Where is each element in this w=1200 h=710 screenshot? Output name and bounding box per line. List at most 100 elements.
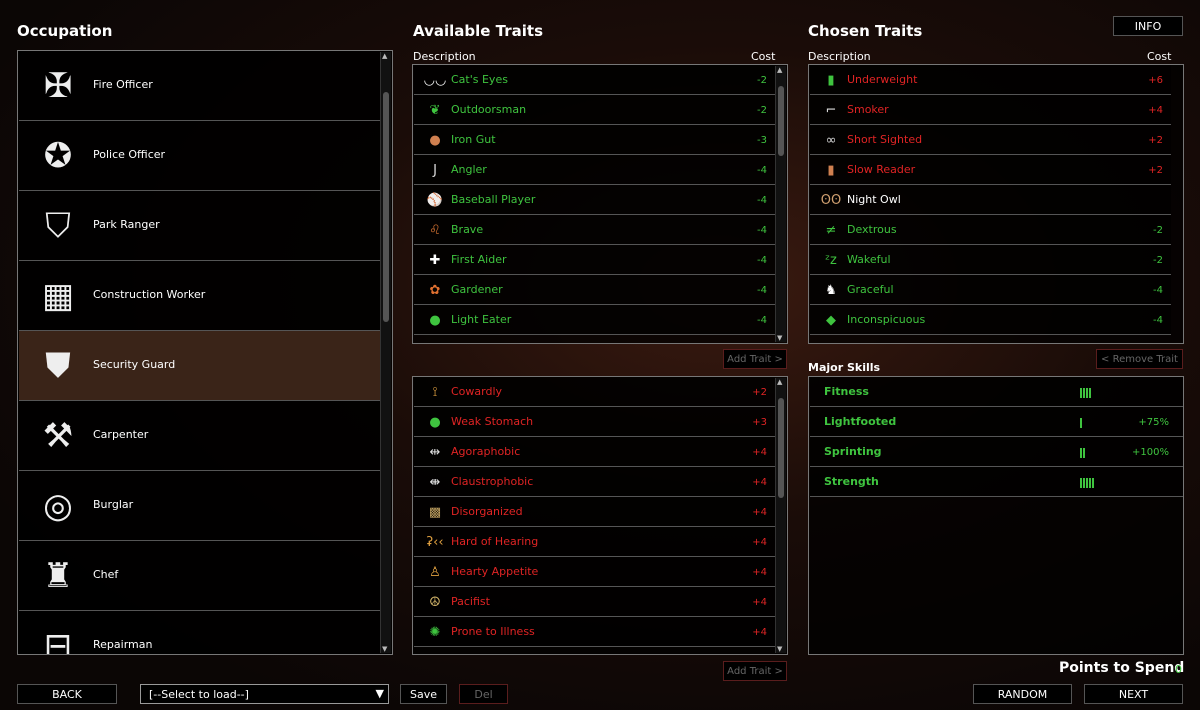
owl-icon: ʘʘ [820,192,842,208]
trait-label: Baseball Player [451,193,536,206]
add-trait-button[interactable]: Add Trait > [723,349,787,369]
skill-level-pip [1083,478,1085,488]
occupation-label: Security Guard [93,358,176,371]
trait-row[interactable]: ∞ Short Sighted +2 [810,125,1171,155]
trait-row[interactable]: ʘʘ Night Owl [810,185,1171,215]
chosen-desc-header: Description [808,50,871,63]
skill-level-pip [1092,478,1094,488]
trait-label: Brave [451,223,484,236]
cat-eyes-icon: ◡◡ [423,72,447,88]
trait-row[interactable]: ʡ‹‹ Hard of Hearing +4 [414,527,775,557]
trait-cost: +4 [752,567,767,578]
ranger-badge-icon: ⛉ [45,206,71,246]
save-button[interactable]: Save [400,684,447,704]
trait-row[interactable]: ≠ Dextrous -2 [810,215,1171,245]
occupation-item[interactable]: ▦ Construction Worker [19,261,380,331]
trait-row[interactable]: ♙ Hearty Appetite +4 [414,557,775,587]
agoraphobic-icon: ⇹ [429,444,441,460]
delete-button[interactable]: Del [459,684,508,704]
scroll-up-icon[interactable]: ▲ [777,378,782,386]
book-icon: ▮ [827,162,835,178]
stomach-icon: ● [429,132,441,148]
trait-row[interactable]: ⌐ Smoker +4 [810,95,1171,125]
cowardly-icon: ⟟ [432,384,438,400]
trait-row[interactable]: ▩ Disorganized +4 [414,497,775,527]
trait-label: Claustrophobic [451,475,534,488]
scroll-up-icon[interactable]: ▲ [382,52,387,60]
trait-row[interactable]: ᶻz Wakeful -2 [810,245,1171,275]
skill-level-pip [1086,478,1088,488]
remove-trait-button[interactable]: < Remove Trait [1096,349,1183,369]
info-button[interactable]: INFO [1113,16,1183,36]
next-button[interactable]: NEXT [1084,684,1183,704]
trait-cost: -2 [757,75,767,86]
trait-row[interactable]: ⚾ Baseball Player -4 [414,185,775,215]
trait-row[interactable]: ● Weak Stomach +3 [414,407,775,437]
fishhook-icon: J [433,162,437,178]
preset-select[interactable]: [--Select to load--] ▼ [140,684,389,704]
trait-cost: +4 [1148,105,1163,116]
peace-icon: ☮ [429,594,441,610]
trait-cost: +3 [752,417,767,428]
trait-row[interactable]: ♞ Graceful -4 [810,275,1171,305]
trait-row[interactable]: ● Iron Gut -3 [414,125,775,155]
trait-row[interactable]: ◆ Inconspicuous -4 [810,305,1171,335]
trait-cost: +4 [752,537,767,548]
occupation-item[interactable]: ⛉ Park Ranger [19,191,380,261]
trait-row[interactable]: J Angler -4 [414,155,775,185]
trait-row[interactable]: ⇼ Claustrophobic +4 [414,467,775,497]
scroll-thumb[interactable] [383,92,389,322]
back-button[interactable]: BACK [17,684,117,704]
fingerprint-icon: ◎ [43,486,73,526]
trait-row[interactable]: ✚ First Aider -4 [414,245,775,275]
bad-scrollbar[interactable]: ▲ ▼ [775,378,786,653]
skill-level-bar [1080,478,1094,488]
occupation-label: Carpenter [93,428,149,441]
trait-row[interactable]: ✿ Gardener -4 [414,275,775,305]
trait-label: Outdoorsman [451,103,527,116]
add-bad-trait-button[interactable]: Add Trait > [723,661,787,681]
chosen-cost-header: Cost [1147,50,1172,63]
occupation-item[interactable]: ⛊ Security Guard [19,331,380,401]
occupation-item[interactable]: ◎ Burglar [19,471,380,541]
points-label: Points to Spend [1059,660,1185,676]
trait-label: Short Sighted [847,133,923,146]
trait-row[interactable]: ● Light Eater -4 [414,305,775,335]
trait-row[interactable]: ❦ Outdoorsman -2 [414,95,775,125]
disorganized-icon: ▩ [428,504,442,520]
trait-row[interactable]: ☮ Pacifist +4 [414,587,775,617]
scroll-down-icon[interactable]: ▼ [777,645,782,653]
occupation-item[interactable]: ✠ Fire Officer [19,51,380,121]
scroll-down-icon[interactable]: ▼ [382,645,387,653]
occupation-item[interactable]: ⊟ Repairman [19,611,380,654]
occupation-item[interactable]: ⚒ Carpenter [19,401,380,471]
preset-select-value: [--Select to load--] [149,687,249,701]
swan-icon: ♞ [825,282,837,298]
trait-cost: +4 [752,597,767,608]
scroll-thumb[interactable] [778,398,784,498]
trait-row[interactable]: ♌ Brave -4 [414,215,775,245]
random-button[interactable]: RANDOM [973,684,1072,704]
trait-row[interactable]: ⟟ Cowardly +2 [414,377,775,407]
trait-row[interactable]: ▮ Slow Reader +2 [810,155,1171,185]
skill-row: Strength [810,467,1183,497]
skill-level-pip [1083,388,1085,398]
skill-level-pip [1080,478,1082,488]
scroll-up-icon[interactable]: ▲ [777,66,782,74]
trait-row[interactable]: ✺ Prone to Illness +4 [414,617,775,647]
germ-icon: ✺ [429,624,441,640]
occupation-label: Police Officer [93,148,166,161]
occupation-scrollbar[interactable]: ▲ ▼ [380,52,391,653]
occupation-item[interactable]: ♜ Chef [19,541,380,611]
scroll-down-icon[interactable]: ▼ [777,334,782,342]
trait-cost: -4 [757,225,767,236]
trait-row[interactable]: ◡◡ Cat's Eyes -2 [414,65,775,95]
trait-row[interactable]: ⇹ Agoraphobic +4 [414,437,775,467]
trait-cost: -4 [757,255,767,266]
scroll-thumb[interactable] [778,86,784,156]
trait-label: Graceful [847,283,894,296]
good-scrollbar[interactable]: ▲ ▼ [775,66,786,342]
trait-row[interactable]: ▮ Underweight +6 [810,65,1171,95]
trait-label: Agoraphobic [451,445,521,458]
occupation-item[interactable]: ✪ Police Officer [19,121,380,191]
